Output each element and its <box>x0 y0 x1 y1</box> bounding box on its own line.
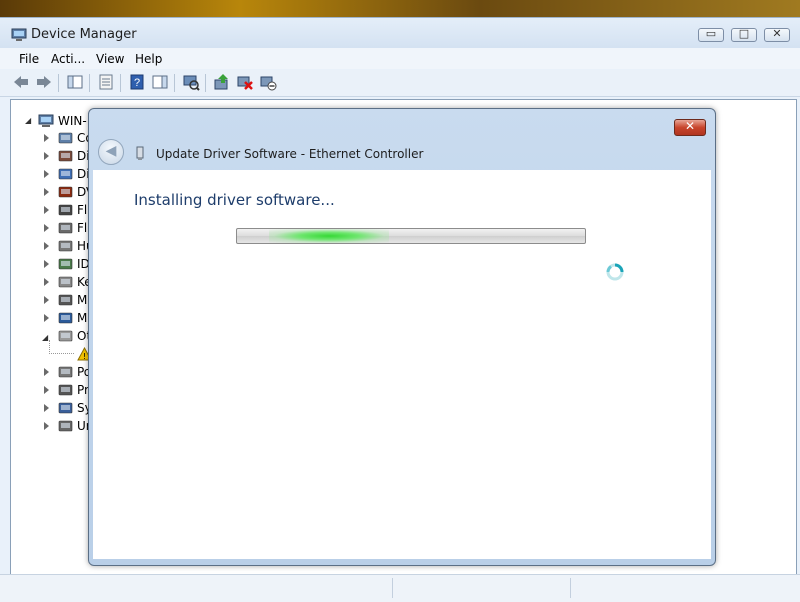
toolbar-separator <box>58 74 59 92</box>
status-segment <box>570 578 751 598</box>
menu-action[interactable]: Acti... <box>51 52 85 66</box>
tree-item-label: Fl <box>77 221 88 235</box>
computer-root-icon <box>38 114 54 127</box>
back-arrow-icon: ◀ <box>105 143 117 159</box>
dialog-close-button[interactable]: ✕ <box>674 119 706 136</box>
status-segment <box>392 578 569 598</box>
expand-icon[interactable] <box>44 404 49 412</box>
expand-icon[interactable] <box>44 242 49 250</box>
expand-icon[interactable] <box>44 296 49 304</box>
expand-icon[interactable] <box>44 422 49 430</box>
mouse-icon <box>58 294 73 306</box>
collapse-icon[interactable]: ◢ <box>25 116 31 125</box>
expand-icon[interactable] <box>44 260 49 268</box>
tree-root-label: WIN- <box>58 114 87 128</box>
update-driver-icon[interactable] <box>213 73 231 91</box>
dvd-drive-icon <box>58 186 73 198</box>
toolbar: ? <box>0 70 800 97</box>
close-button[interactable]: ✕ <box>764 27 790 42</box>
toolbar-separator <box>205 74 206 92</box>
progress-marquee <box>269 229 389 243</box>
dialog-content: Installing driver software... <box>93 170 711 559</box>
expand-icon[interactable] <box>44 278 49 286</box>
menu-file[interactable]: File <box>19 52 39 66</box>
device-manager-icon <box>11 28 27 41</box>
menu-bar: File Acti... View Help <box>0 48 800 69</box>
svg-text:!: ! <box>83 352 86 361</box>
title-bar[interactable]: Device Manager ▭ □ ✕ <box>0 18 800 48</box>
menu-view[interactable]: View <box>96 52 124 66</box>
expand-icon[interactable] <box>44 368 49 376</box>
disable-icon[interactable] <box>259 73 277 91</box>
scan-hardware-icon[interactable] <box>182 73 200 91</box>
tree-connector <box>49 340 74 354</box>
tree-item-label: Fl <box>77 203 88 217</box>
maximize-button[interactable]: □ <box>731 27 757 42</box>
menu-help[interactable]: Help <box>135 52 162 66</box>
toolbar-separator <box>89 74 90 92</box>
hid-icon <box>58 240 73 252</box>
dialog-back-button[interactable]: ◀ <box>98 139 124 165</box>
monitor-icon <box>58 312 73 324</box>
system-devices-icon <box>58 402 73 414</box>
forward-icon[interactable] <box>35 73 53 91</box>
tree-item-label: M <box>77 293 88 307</box>
maximize-icon: □ <box>738 27 750 40</box>
toolbar-separator <box>174 74 175 92</box>
floppy-controller-icon <box>58 204 73 216</box>
action-pane-icon[interactable] <box>151 73 169 91</box>
floppy-drive-icon <box>58 222 73 234</box>
expand-icon[interactable] <box>44 170 49 178</box>
usb-controller-icon <box>58 420 73 432</box>
uninstall-icon[interactable] <box>236 73 254 91</box>
disk-drive-icon <box>58 150 73 162</box>
help-icon[interactable]: ? <box>128 73 146 91</box>
busy-spinner-icon <box>606 263 624 281</box>
tree-item-label: M <box>77 311 88 325</box>
expand-icon[interactable] <box>44 134 49 142</box>
expand-icon[interactable] <box>44 206 49 214</box>
show-hide-console-tree-icon[interactable] <box>66 73 84 91</box>
ports-icon <box>58 366 73 378</box>
expand-icon[interactable] <box>44 152 49 160</box>
processor-icon <box>58 384 73 396</box>
svg-text:?: ? <box>134 77 140 89</box>
installing-heading: Installing driver software... <box>134 191 335 209</box>
ide-controller-icon <box>58 258 73 270</box>
progress-bar <box>236 228 586 244</box>
network-adapter-icon <box>136 146 144 160</box>
update-driver-dialog: ✕ ◀ Update Driver Software - Ethernet Co… <box>88 108 716 566</box>
minimize-button[interactable]: ▭ <box>698 27 724 42</box>
toolbar-separator <box>120 74 121 92</box>
minimize-icon: ▭ <box>705 27 717 40</box>
display-adapter-icon <box>58 168 73 180</box>
expand-icon[interactable] <box>44 188 49 196</box>
dialog-title: Update Driver Software - Ethernet Contro… <box>156 147 424 161</box>
status-bar <box>0 574 800 602</box>
close-icon: ✕ <box>772 27 782 40</box>
keyboard-icon <box>58 276 73 288</box>
close-icon: ✕ <box>684 119 696 133</box>
expand-icon[interactable] <box>44 386 49 394</box>
expand-icon[interactable] <box>44 314 49 322</box>
properties-icon[interactable] <box>97 73 115 91</box>
window-title: Device Manager <box>31 27 137 42</box>
back-icon[interactable] <box>12 73 30 91</box>
expand-icon[interactable] <box>44 224 49 232</box>
computer-icon <box>58 132 73 144</box>
